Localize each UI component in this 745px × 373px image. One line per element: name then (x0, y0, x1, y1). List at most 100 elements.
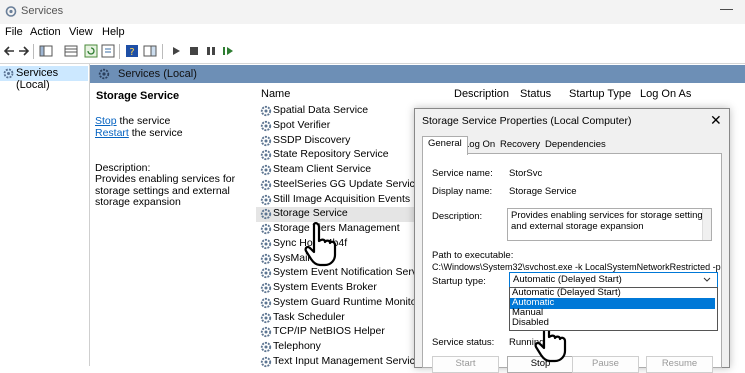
description-scrollbar[interactable] (702, 209, 711, 240)
toolbar: ? (0, 41, 745, 64)
display-name-value[interactable]: Storage Service (509, 186, 577, 197)
toolbar-divider (162, 44, 163, 59)
stop-service-icon[interactable] (187, 44, 201, 58)
pause-service-icon[interactable] (204, 44, 218, 58)
tree-node-services-local[interactable]: Services (Local) (0, 66, 88, 91)
properties-dialog: Storage Service Properties (Local Comput… (414, 108, 730, 373)
window-title: Services (21, 5, 64, 17)
service-row-name: System Guard Runtime Monitor Br (273, 295, 434, 308)
restart-service-link[interactable]: Restart (95, 127, 129, 139)
service-row[interactable]: TCP/IP NetBIOS Helper (256, 325, 416, 340)
service-row[interactable]: System Events Broker (256, 281, 416, 296)
help-icon[interactable]: ? (125, 44, 139, 58)
service-row[interactable]: State Repository Service (256, 148, 416, 163)
svg-text:?: ? (129, 47, 134, 58)
stop-service-link[interactable]: Stop (95, 115, 117, 127)
service-row[interactable]: Still Image Acquisition Events (256, 193, 416, 208)
service-row-name: TCP/IP NetBIOS Helper (273, 325, 385, 338)
resume-button[interactable]: Resume (646, 356, 713, 373)
service-row[interactable]: SteelSeries GG Update Service Prox (256, 178, 445, 193)
service-row[interactable]: System Event Notification Service (256, 266, 431, 281)
column-name[interactable]: Name (261, 88, 290, 100)
tab-dependencies[interactable]: Dependencies (540, 138, 611, 154)
gear-icon (260, 223, 272, 235)
service-row-name: Task Scheduler (273, 310, 345, 323)
console-tree: Services (Local) (0, 64, 90, 366)
gear-icon (260, 120, 272, 132)
gear-icon (260, 282, 272, 294)
restart-line: Restart the service (95, 127, 183, 139)
forward-icon[interactable] (17, 44, 31, 58)
gear-icon (260, 135, 272, 147)
show-pane-icon[interactable] (143, 44, 157, 58)
startup-type-value: Automatic (Delayed Start) (513, 274, 622, 285)
restart-service-icon[interactable] (221, 44, 235, 58)
tab-recovery[interactable]: Recovery (495, 138, 545, 154)
gear-icon (260, 238, 272, 250)
menu-view[interactable]: View (69, 26, 93, 38)
service-row-name: System Events Broker (273, 281, 377, 293)
dialog-description-box[interactable]: Provides enabling services for storage s… (507, 208, 712, 241)
tree-node-label: Services (Local) (16, 67, 59, 91)
service-row-name: Still Image Acquisition Events (273, 192, 411, 205)
service-row[interactable]: Steam Client Service (256, 163, 416, 178)
gear-icon (260, 194, 272, 206)
startup-type-label: Startup type: (432, 276, 486, 287)
gear-icon (260, 179, 272, 191)
menu-action[interactable]: Action (30, 26, 61, 38)
general-tab-page: Service name: StorSvc Display name: Stor… (422, 153, 722, 373)
menu-file[interactable]: File (5, 26, 23, 38)
toolbar-divider (33, 44, 34, 59)
service-row-name: Spot Verifier (273, 118, 331, 131)
column-startup-type[interactable]: Startup Type (569, 88, 631, 100)
service-description-panel: Storage Service Stop the service Restart… (90, 83, 248, 366)
stop-line: Stop the service (95, 115, 170, 127)
refresh-icon[interactable] (84, 44, 98, 58)
start-button[interactable]: Start (432, 356, 499, 373)
list-header: Name Description Status Startup Type Log… (249, 83, 745, 103)
service-status-label: Service status: (432, 337, 495, 348)
service-row-name: Telephony (273, 340, 321, 352)
menu-help[interactable]: Help (102, 26, 125, 38)
service-row[interactable]: Spatial Data Service (256, 104, 416, 119)
startup-type-dropdown-list: Automatic (Delayed Start) Automatic Manu… (509, 287, 718, 331)
service-row[interactable]: System Guard Runtime Monitor Br (256, 296, 433, 311)
service-row-name: Steam Client Service (273, 163, 372, 175)
minimize-button[interactable]: — (720, 1, 733, 16)
properties-grid-icon[interactable] (64, 44, 78, 58)
services-app-icon (5, 6, 17, 17)
service-row-name: State Repository Service (273, 148, 389, 161)
gear-icon (260, 297, 272, 309)
console-tree-icon[interactable] (39, 44, 53, 58)
service-row-name: Spatial Data Service (273, 104, 369, 116)
path-label: Path to executable: (432, 250, 514, 261)
tab-general[interactable]: General (422, 136, 468, 155)
gear-icon (260, 105, 272, 117)
toolbar-divider (119, 44, 120, 59)
service-row[interactable]: Task Scheduler (256, 311, 416, 326)
startup-option-disabled[interactable]: Disabled (510, 318, 715, 329)
column-description[interactable]: Description (454, 88, 509, 100)
service-row-name: Storage Service (273, 207, 348, 220)
dialog-title: Storage Service Properties (Local Comput… (422, 115, 632, 127)
back-icon[interactable] (2, 44, 16, 58)
gear-icon (260, 208, 272, 220)
start-service-icon[interactable] (169, 44, 183, 58)
close-icon[interactable]: ✕ (710, 112, 722, 129)
export-list-icon[interactable] (101, 44, 115, 58)
service-row-name: SSDP Discovery (273, 133, 351, 146)
column-status[interactable]: Status (520, 88, 551, 100)
chevron-down-icon (703, 277, 711, 282)
column-log-on-as[interactable]: Log On As (640, 88, 691, 100)
service-row[interactable]: Telephony (256, 340, 416, 355)
pause-button[interactable]: Pause (572, 356, 639, 373)
service-row-name: System Event Notification Service (273, 266, 431, 279)
service-row[interactable]: Spot Verifier (256, 119, 416, 134)
gear-icon (260, 164, 272, 176)
hand-cursor-icon (304, 222, 337, 267)
gear-icon (260, 341, 272, 353)
service-row[interactable]: SSDP Discovery (256, 134, 416, 149)
gear-icon (260, 253, 272, 265)
service-row[interactable]: Text Input Management Service (256, 355, 421, 370)
restart-suffix: the service (128, 127, 183, 139)
